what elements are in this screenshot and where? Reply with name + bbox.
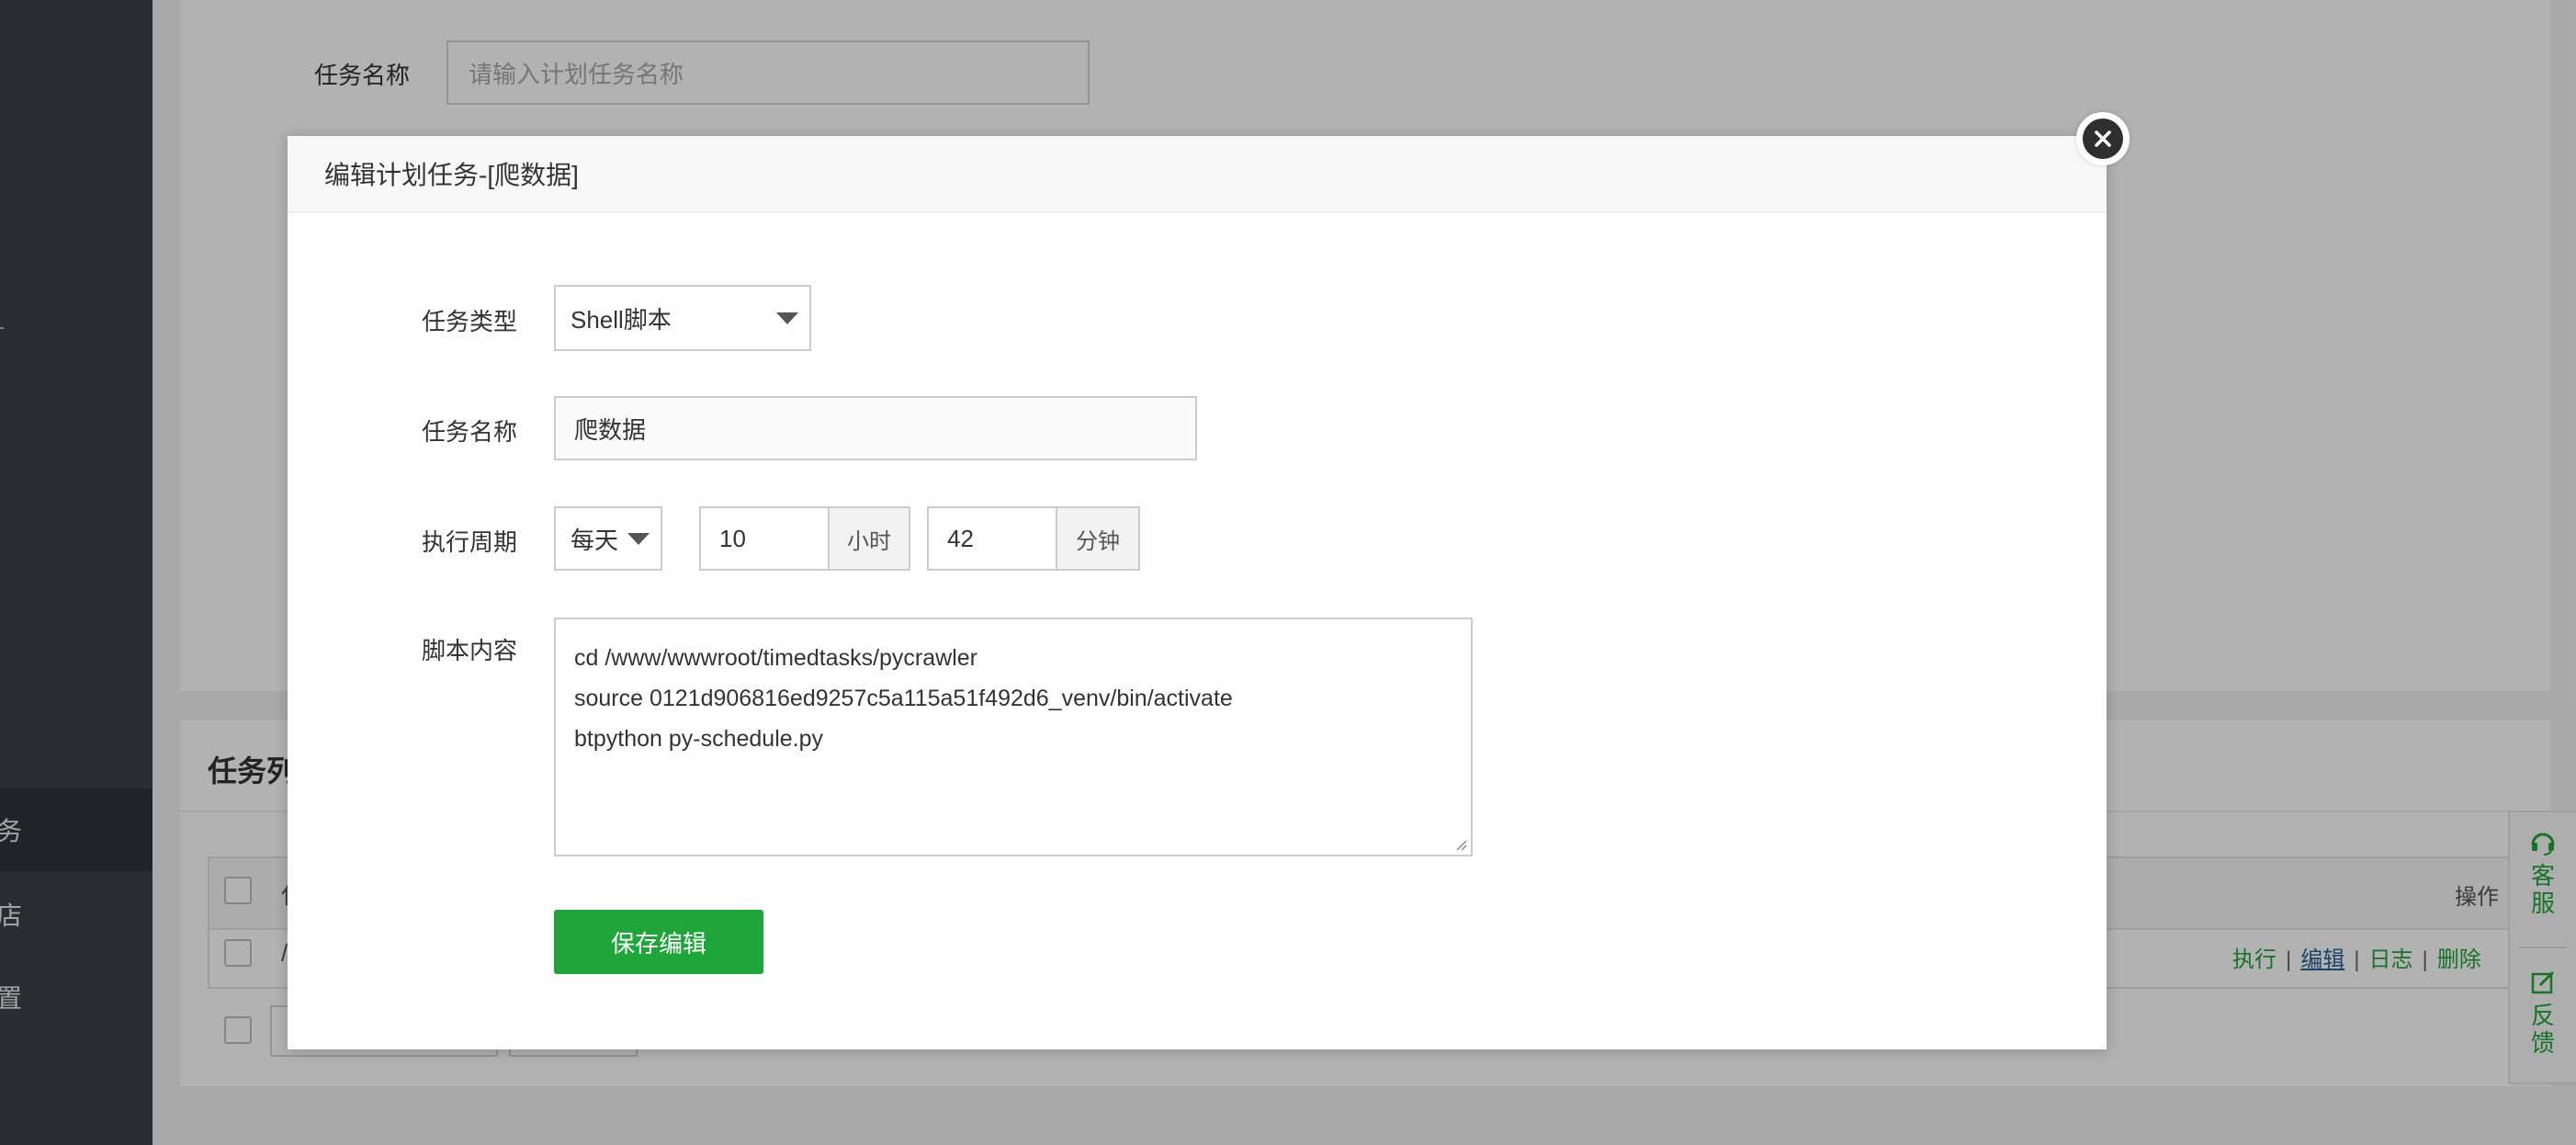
hour-value: 10	[719, 524, 746, 552]
hour-input[interactable]: 10	[699, 506, 830, 571]
dialog-header: 编辑计划任务-[爬数据]	[288, 136, 2107, 213]
hour-unit: 小时	[828, 506, 910, 571]
script-line: source 0121d906816ed9257c5a115a51f492d6_…	[574, 686, 1233, 711]
script-line: btpython py-schedule.py	[574, 726, 824, 752]
script-line: cd /www/wwwroot/timedtasks/pycrawler	[574, 645, 977, 671]
script-textarea[interactable]: cd /www/wwwroot/timedtasks/pycrawler sou…	[554, 618, 1473, 856]
dialog-title: 编辑计划任务-[爬数据]	[324, 161, 579, 189]
close-icon	[2083, 119, 2123, 159]
cycle-select[interactable]: 每天	[554, 506, 662, 571]
save-button[interactable]: 保存编辑	[554, 910, 763, 974]
script-label: 脚本内容	[422, 637, 518, 664]
resize-grip-icon[interactable]	[1454, 838, 1467, 851]
task-type-select[interactable]: Shell脚本	[554, 285, 811, 351]
chevron-down-icon	[627, 533, 650, 545]
minute-value: 42	[947, 524, 974, 552]
task-name-label: 任务名称	[422, 418, 518, 446]
close-button[interactable]	[2076, 112, 2130, 165]
task-type-label: 任务类型	[422, 308, 518, 335]
chevron-down-icon	[776, 312, 798, 324]
task-name-field[interactable]: 爬数据	[554, 396, 1197, 460]
cycle-value: 每天	[571, 526, 619, 554]
minute-input[interactable]: 42	[927, 506, 1057, 571]
period-label: 执行周期	[422, 528, 518, 556]
task-type-value: Shell脚本	[571, 305, 672, 334]
edit-task-dialog: 编辑计划任务-[爬数据] 任务类型 Shell脚本 任务名称 爬数据 执行周期 …	[288, 136, 2107, 1049]
minute-unit: 分钟	[1056, 506, 1140, 571]
task-name-value: 爬数据	[574, 415, 647, 444]
